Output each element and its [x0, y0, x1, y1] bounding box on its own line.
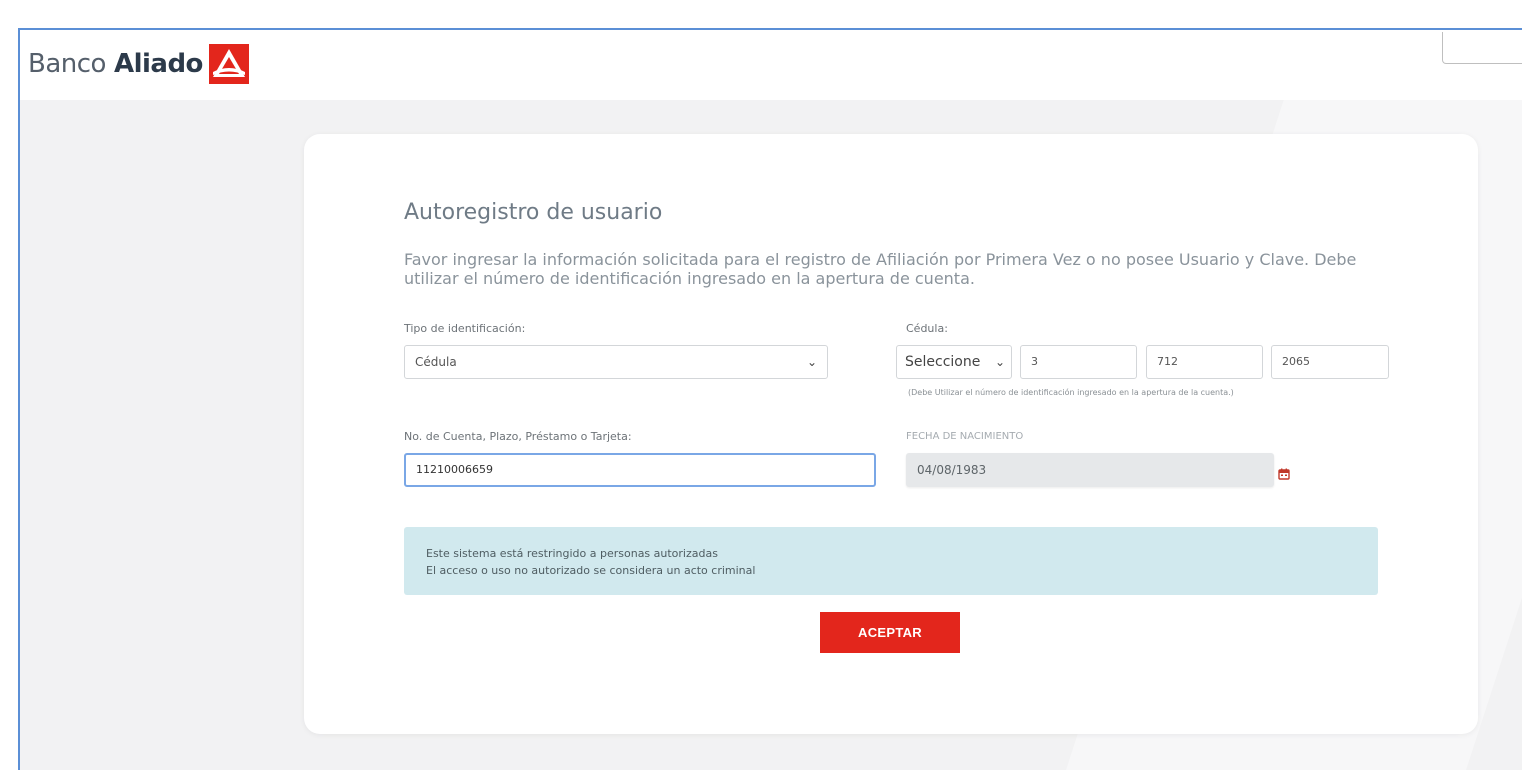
cedula-prefix-value: Seleccione: [905, 354, 981, 370]
fecha-nacimiento-input[interactable]: 04/08/1983: [906, 453, 1274, 487]
logo-mark-icon: [208, 44, 249, 84]
cedula-part3-input[interactable]: 2065: [1271, 345, 1389, 379]
aceptar-button[interactable]: ACEPTAR: [820, 612, 960, 653]
intro-text: Favor ingresar la información solicitada…: [404, 250, 1357, 288]
calendar-icon[interactable]: [1278, 468, 1290, 480]
cedula-hint: (Debe Utilizar el número de identificaci…: [908, 388, 1234, 397]
cedula-part1-input[interactable]: 3: [1020, 345, 1137, 379]
header-action-box[interactable]: [1442, 32, 1522, 64]
security-alert: Este sistema está restringido a personas…: [404, 527, 1378, 595]
alert-line-2: El acceso o uso no autorizado se conside…: [426, 564, 756, 577]
cedula-label: Cédula:: [906, 322, 948, 335]
registration-card: Autoregistro de usuario Favor ingresar l…: [304, 134, 1478, 734]
cedula-prefix-select[interactable]: Seleccione ⌄: [896, 345, 1012, 379]
cuenta-label: No. de Cuenta, Plazo, Préstamo o Tarjeta…: [404, 430, 632, 443]
cedula-part2-input[interactable]: 712: [1146, 345, 1263, 379]
tipo-identificacion-select[interactable]: Cédula ⌄: [404, 345, 828, 379]
cuenta-input[interactable]: 11210006659: [404, 453, 876, 487]
brand-logo[interactable]: Banco Aliado: [28, 44, 249, 84]
logo-text-aliado: Aliado: [113, 49, 203, 79]
site-header: Banco Aliado: [20, 30, 1522, 100]
logo-text-banco: Banco: [28, 49, 106, 79]
fecha-nacimiento-label: FECHA DE NACIMIENTO: [906, 431, 1024, 442]
tipo-identificacion-value: Cédula: [415, 355, 457, 369]
chevron-down-icon: ⌄: [994, 355, 1005, 369]
chevron-down-icon: ⌄: [806, 355, 817, 369]
alert-line-1: Este sistema está restringido a personas…: [426, 547, 718, 560]
page-title: Autoregistro de usuario: [404, 200, 663, 225]
tipo-identificacion-label: Tipo de identificación:: [404, 322, 526, 335]
